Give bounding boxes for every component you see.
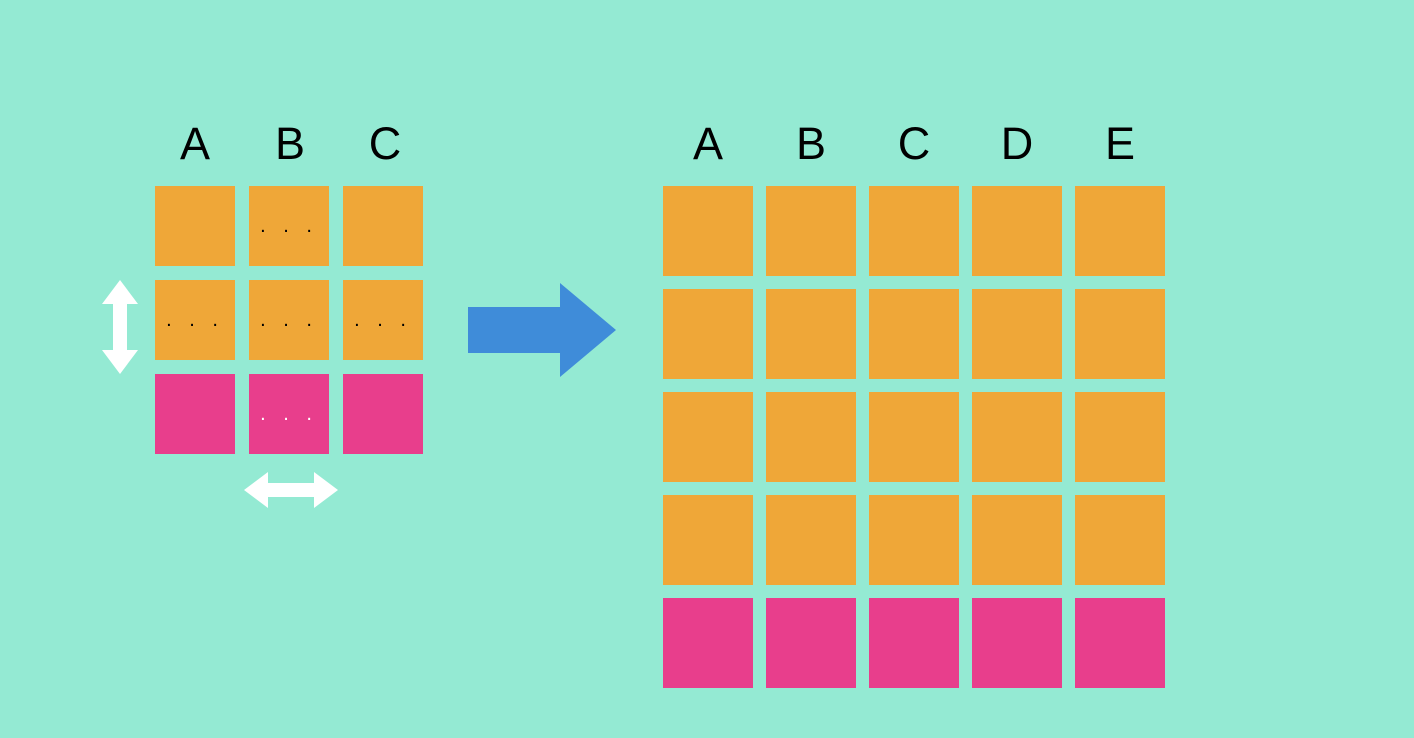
- grid-cell: [155, 186, 235, 266]
- ellipsis-icon: . . .: [166, 310, 224, 330]
- grid-cell: . . .: [249, 186, 329, 266]
- grid-cell: [972, 289, 1062, 379]
- transform-arrow-icon: [468, 283, 616, 377]
- right-grid: [663, 186, 1165, 688]
- grid-cell: [663, 186, 753, 276]
- ellipsis-icon: . . .: [260, 404, 318, 424]
- grid-cell: [663, 289, 753, 379]
- grid-cell: [1075, 495, 1165, 585]
- right-col-label: B: [766, 118, 856, 170]
- grid-cell: [663, 598, 753, 688]
- expand-horizontal-icon: [244, 470, 338, 510]
- grid-cell: [343, 374, 423, 454]
- grid-cell: . . .: [249, 374, 329, 454]
- grid-cell: [1075, 186, 1165, 276]
- grid-cell: . . .: [343, 280, 423, 360]
- grid-cell: . . .: [155, 280, 235, 360]
- grid-cell: [972, 495, 1062, 585]
- right-column-labels: A B C D E: [663, 118, 1165, 170]
- left-col-label: A: [155, 118, 235, 170]
- grid-cell: [766, 186, 856, 276]
- grid-cell: [1075, 289, 1165, 379]
- grid-cell: [972, 598, 1062, 688]
- right-col-label: A: [663, 118, 753, 170]
- left-grid: . . . . . . . . . . . . . . .: [155, 186, 423, 454]
- grid-cell: [766, 495, 856, 585]
- grid-cell: [869, 598, 959, 688]
- right-col-label: E: [1075, 118, 1165, 170]
- grid-cell: [343, 186, 423, 266]
- grid-cell: [663, 495, 753, 585]
- grid-cell: [766, 289, 856, 379]
- grid-cell: [155, 374, 235, 454]
- grid-cell: [1075, 392, 1165, 482]
- grid-cell: . . .: [249, 280, 329, 360]
- ellipsis-icon: . . .: [354, 310, 412, 330]
- left-col-label: C: [345, 118, 425, 170]
- grid-cell: [869, 392, 959, 482]
- grid-cell: [766, 392, 856, 482]
- grid-cell: [1075, 598, 1165, 688]
- expand-vertical-icon: [100, 280, 140, 374]
- grid-cell: [972, 186, 1062, 276]
- grid-cell: [766, 598, 856, 688]
- grid-cell: [663, 392, 753, 482]
- left-column-labels: A B C: [155, 118, 425, 170]
- ellipsis-icon: . . .: [260, 216, 318, 236]
- right-col-label: C: [869, 118, 959, 170]
- grid-cell: [869, 495, 959, 585]
- grid-cell: [869, 289, 959, 379]
- grid-cell: [972, 392, 1062, 482]
- ellipsis-icon: . . .: [260, 310, 318, 330]
- grid-cell: [869, 186, 959, 276]
- left-col-label: B: [250, 118, 330, 170]
- right-col-label: D: [972, 118, 1062, 170]
- diagram-canvas: A B C . . . . . . . . . . . . . . . A B …: [0, 0, 1414, 738]
